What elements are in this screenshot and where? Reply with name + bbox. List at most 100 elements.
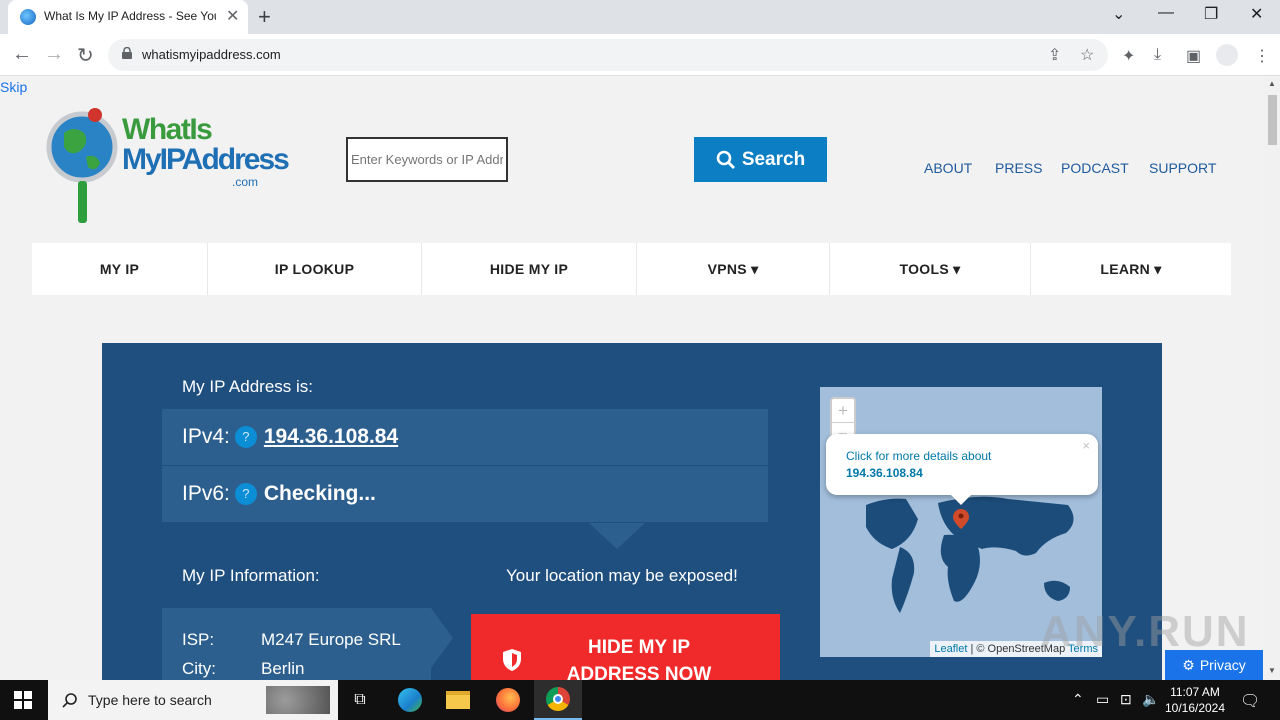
reload-icon[interactable]: ↻ [77, 43, 94, 68]
isp-value: M247 Europe SRL [261, 630, 401, 649]
clock-time: 11:07 AM [1170, 685, 1220, 699]
tab-strip: What Is My IP Address - See Your ✕ + ⌄ —… [0, 0, 1280, 34]
logo-line2: MyIPAddress [122, 143, 290, 176]
ipv6-value: Checking... [263, 482, 376, 505]
windows-taskbar: Type here to search ⧉ ⌃ ▭ ⊡ 🔈 11:07 AM 1… [0, 680, 1280, 720]
ipv6-row: IPv6: ? Checking... [162, 466, 768, 522]
shield-icon [503, 649, 521, 671]
ip-info-panel: My IP Address is: IPv4: ? 194.36.108.84 … [102, 343, 1162, 680]
chrome-icon[interactable] [534, 680, 582, 720]
lock-icon [122, 47, 132, 59]
info-heading: My IP Information: [182, 566, 320, 585]
browser-tab[interactable]: What Is My IP Address - See Your ✕ [8, 0, 248, 34]
page-scrollbar[interactable]: ▲ ▼ [1264, 77, 1280, 680]
logo-line3: .com [232, 175, 259, 189]
leaflet-link[interactable]: Leaflet [934, 643, 967, 655]
site-logo[interactable]: WhatIs MyIPAddress .com [46, 95, 290, 235]
forward-icon[interactable]: → [44, 43, 64, 66]
callout-pointer [589, 523, 645, 549]
file-explorer-icon[interactable] [434, 680, 482, 720]
main-navigation: MY IP IP LOOKUP HIDE MY IP VPNS ▾ TOOLS … [32, 243, 1231, 295]
url-text: whatismyipaddress.com [142, 47, 281, 62]
zoom-in-button[interactable]: + [832, 399, 854, 423]
ip-details-box: ISP: M247 Europe SRL City: Berlin [162, 608, 431, 680]
nav-learn[interactable]: LEARN ▾ [1031, 243, 1231, 295]
taskbar-search-box[interactable]: Type here to search [48, 680, 338, 720]
search-icon [716, 150, 735, 169]
system-clock[interactable]: 11:07 AM 10/16/2024 [1160, 684, 1230, 716]
ip-heading: My IP Address is: [182, 377, 314, 396]
network-icon[interactable]: ⊡ [1120, 691, 1132, 708]
nautilus-shell-icon [266, 686, 330, 714]
scroll-down-icon[interactable]: ▼ [1268, 666, 1276, 675]
map-popup[interactable]: × Click for more details about 194.36.10… [826, 434, 1098, 495]
popup-close-icon[interactable]: × [1082, 438, 1090, 453]
help-icon[interactable]: ? [234, 426, 257, 448]
search-button-label: Search [741, 148, 806, 170]
city-label: City: [182, 659, 216, 678]
hide-button-label: HIDE MY IP ADDRESS NOW [566, 637, 712, 680]
windows-start-icon[interactable] [14, 691, 32, 709]
close-window-icon[interactable]: ✕ [1250, 4, 1263, 24]
profile-avatar-icon[interactable] [1216, 44, 1238, 66]
address-bar[interactable]: whatismyipaddress.com ⇪ ☆ [108, 39, 1108, 71]
extensions-icon[interactable]: ✦ [1122, 46, 1135, 66]
popup-ip-link[interactable]: 194.36.108.84 [846, 466, 923, 480]
top-link-support[interactable]: SUPPORT [1149, 160, 1216, 176]
chevron-down-icon[interactable]: ⌄ [1112, 4, 1125, 24]
search-icon [62, 693, 77, 708]
privacy-label: Privacy [1199, 657, 1246, 673]
volume-icon[interactable]: 🔈 [1142, 691, 1159, 708]
clock-date: 10/16/2024 [1164, 701, 1226, 715]
help-icon[interactable]: ? [234, 483, 257, 505]
ipv6-label: IPv6: [182, 482, 230, 505]
top-link-press[interactable]: PRESS [995, 160, 1042, 176]
browser-toolbar: ← → ↻ whatismyipaddress.com ⇪ ☆ ✦ ⤓ ▣ ⋮ [0, 34, 1280, 76]
top-link-about[interactable]: ABOUT [924, 160, 972, 176]
popup-line1: Click for more details about [846, 449, 992, 463]
gear-icon: ⚙ [1182, 656, 1195, 673]
tray-overflow-icon[interactable]: ⌃ [1072, 691, 1084, 708]
share-icon[interactable]: ⇪ [1048, 45, 1061, 65]
privacy-button[interactable]: ⚙ Privacy [1165, 650, 1263, 680]
edge-icon[interactable] [386, 680, 434, 720]
nav-my-ip[interactable]: MY IP [32, 243, 208, 295]
web-page: Skip WhatIs MyIPAddress .com Search ABOU… [0, 77, 1264, 680]
isp-label: ISP: [182, 630, 215, 649]
ipv4-row: IPv4: ? 194.36.108.84 [162, 409, 768, 465]
hide-my-ip-button[interactable]: HIDE MY IP ADDRESS NOW [471, 614, 780, 680]
back-icon[interactable]: ← [12, 43, 32, 66]
minimize-icon[interactable]: — [1158, 4, 1174, 22]
tab-title: What Is My IP Address - See Your [44, 9, 216, 23]
nav-hide-my-ip[interactable]: HIDE MY IP [422, 243, 637, 295]
download-icon[interactable]: ⤓ [1154, 46, 1161, 64]
taskbar-search-placeholder: Type here to search [88, 692, 212, 708]
side-panel-icon[interactable]: ▣ [1186, 46, 1201, 66]
city-value: Berlin [261, 659, 305, 678]
battery-icon[interactable]: ▭ [1096, 691, 1109, 708]
scroll-thumb[interactable] [1268, 95, 1277, 145]
task-view-icon[interactable]: ⧉ [336, 680, 384, 720]
ipv4-address-link[interactable]: 194.36.108.84 [264, 425, 398, 449]
close-tab-icon[interactable]: ✕ [226, 6, 239, 26]
details-arrow [431, 608, 453, 668]
globe-icon [20, 9, 36, 25]
logo-line1: WhatIs [122, 113, 213, 146]
firefox-icon[interactable] [484, 680, 532, 720]
scroll-up-icon[interactable]: ▲ [1268, 79, 1276, 88]
new-tab-icon[interactable]: + [258, 4, 271, 30]
nav-tools[interactable]: TOOLS ▾ [830, 243, 1031, 295]
nav-ip-lookup[interactable]: IP LOOKUP [208, 243, 422, 295]
popup-tip [951, 495, 971, 505]
bookmark-star-icon[interactable]: ☆ [1080, 45, 1094, 65]
ipv4-label: IPv4: [182, 425, 230, 448]
skip-link[interactable]: Skip [0, 79, 27, 95]
notifications-icon[interactable]: 🗨 [1240, 691, 1260, 711]
restore-icon[interactable]: ❐ [1204, 4, 1218, 24]
menu-icon[interactable]: ⋮ [1254, 46, 1270, 66]
keyword-search-input[interactable] [346, 137, 508, 182]
search-button[interactable]: Search [694, 137, 827, 182]
exposed-warning: Your location may be exposed! [506, 566, 738, 585]
top-link-podcast[interactable]: PODCAST [1061, 160, 1129, 176]
nav-vpns[interactable]: VPNS ▾ [637, 243, 830, 295]
